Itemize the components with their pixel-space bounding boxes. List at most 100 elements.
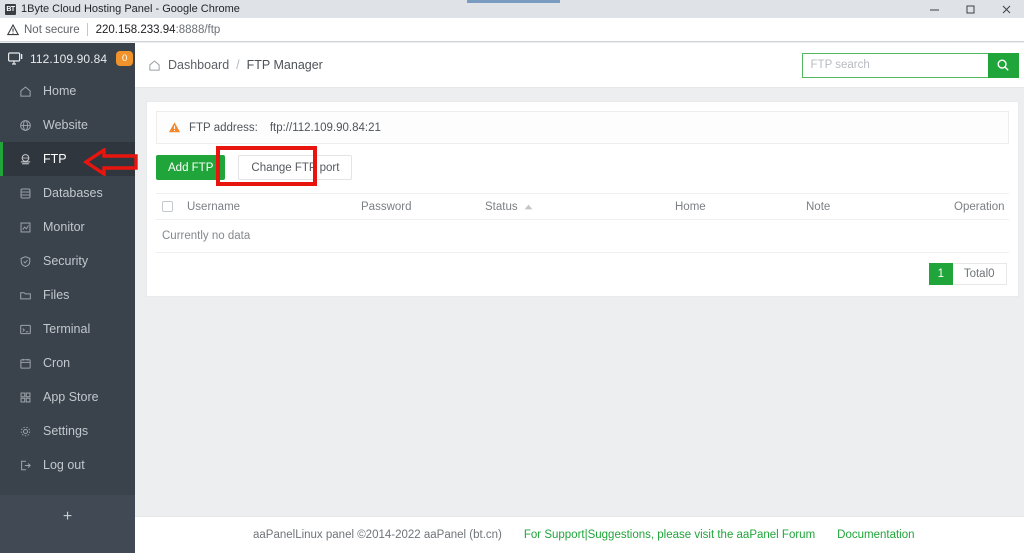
sort-ascending-icon[interactable]: [524, 204, 533, 210]
sidebar-item-log-out[interactable]: Log out: [0, 448, 135, 482]
table-header-row: Username Password Status Home Note Opera…: [156, 193, 1009, 220]
sidebar-item-monitor[interactable]: Monitor: [0, 210, 135, 244]
footer-support-link[interactable]: For Support|Suggestions, please visit th…: [524, 529, 815, 541]
content-area: FTP address: ftp://112.109.90.84:21 Add …: [135, 88, 1024, 297]
database-icon: [18, 187, 32, 200]
select-all-checkbox[interactable]: [162, 201, 173, 212]
ftp-address-notice: FTP address: ftp://112.109.90.84:21: [156, 111, 1009, 144]
close-icon[interactable]: [988, 0, 1024, 18]
browser-title-bar: BT 1Byte Cloud Hosting Panel - Google Ch…: [0, 0, 1024, 18]
maximize-icon[interactable]: [952, 0, 988, 18]
search-input[interactable]: [801, 52, 988, 78]
page-footer: aaPanelLinux panel ©2014-2022 aaPanel (b…: [135, 516, 1024, 553]
sidebar-item-settings[interactable]: Settings: [0, 414, 135, 448]
page-body: 112.109.90.84 0 Home Website FTP Databas…: [0, 43, 1024, 553]
ftp-icon: [18, 153, 32, 166]
main-content: Dashboard / FTP Manager FTP search FTP a…: [135, 43, 1024, 553]
breadcrumb-current: FTP Manager: [246, 58, 323, 72]
home-icon: [18, 85, 32, 98]
sidebar-item-label: Monitor: [43, 220, 85, 234]
sidebar-item-terminal[interactable]: Terminal: [0, 312, 135, 346]
add-ftp-button[interactable]: Add FTP: [156, 155, 226, 180]
ftp-toolbar: Add FTP Change FTP port: [156, 146, 1009, 186]
ftp-panel-card: FTP address: ftp://112.109.90.84:21 Add …: [146, 101, 1019, 297]
column-header-password[interactable]: Password: [361, 201, 485, 213]
sidebar-item-label: Home: [43, 84, 77, 98]
column-header-status-label: Status: [485, 200, 518, 213]
globe-icon: [18, 119, 32, 132]
ftp-address-value: ftp://112.109.90.84:21: [269, 121, 381, 134]
sidebar-item-label: Security: [43, 254, 89, 268]
sidebar-item-label: App Store: [43, 390, 99, 404]
address-divider: [86, 23, 88, 36]
sidebar-item-label: FTP: [43, 152, 67, 166]
breadcrumb-separator: /: [236, 58, 240, 72]
sidebar-item-label: Settings: [43, 424, 89, 438]
sidebar-item-home[interactable]: Home: [0, 74, 135, 108]
footer-copyright: aaPanelLinux panel ©2014-2022 aaPanel (b…: [252, 529, 502, 541]
minimize-icon[interactable]: [916, 0, 952, 18]
sidebar: 112.109.90.84 0 Home Website FTP Databas…: [0, 43, 135, 553]
logout-icon: [18, 459, 32, 472]
window-controls: [916, 0, 1024, 18]
terminal-icon: [18, 323, 32, 336]
calendar-icon: [18, 357, 32, 370]
column-header-operation: Operation: [954, 200, 1005, 213]
table-empty-state: Currently no data: [156, 220, 1009, 253]
sidebar-item-label: Terminal: [43, 322, 91, 336]
content-header: Dashboard / FTP Manager: [135, 43, 1024, 88]
warning-icon: [168, 122, 181, 133]
shield-icon: [18, 255, 32, 268]
sidebar-item-app-store[interactable]: App Store: [0, 380, 135, 414]
monitor-icon: [8, 51, 23, 65]
not-secure-warning-icon: [7, 23, 19, 35]
tab-strip-accent: [467, 0, 560, 3]
sidebar-item-label: Website: [43, 118, 88, 132]
sidebar-server-header[interactable]: 112.109.90.84 0: [0, 43, 135, 74]
gear-icon: [18, 425, 32, 438]
sidebar-item-files[interactable]: Files: [0, 278, 135, 312]
sidebar-item-label: Databases: [43, 186, 103, 200]
footer-documentation-link[interactable]: Documentation: [837, 529, 914, 541]
sidebar-item-website[interactable]: Website: [0, 108, 135, 142]
sidebar-add-server-button[interactable]: +: [0, 495, 135, 553]
column-header-note[interactable]: Note: [806, 201, 954, 213]
browser-address-bar[interactable]: Not secure 220.158.233.94:8888/ftp: [0, 18, 1024, 42]
sidebar-item-label: Log out: [43, 458, 85, 472]
sidebar-server-ip: 112.109.90.84: [30, 51, 108, 66]
ftp-table: Username Password Status Home Note Opera…: [156, 193, 1009, 253]
search-icon: [997, 59, 1009, 71]
sidebar-item-label: Files: [43, 288, 70, 302]
sidebar-item-cron[interactable]: Cron: [0, 346, 135, 380]
pagination-total-label: Total0: [952, 263, 1007, 285]
sidebar-item-security[interactable]: Security: [0, 244, 135, 278]
sidebar-notification-badge[interactable]: 0: [116, 51, 134, 66]
sidebar-item-label: Cron: [43, 356, 71, 370]
folder-icon: [18, 289, 32, 302]
sidebar-nav: Home Website FTP Databases Monitor Secur…: [0, 74, 135, 495]
grid-icon: [18, 391, 32, 404]
url-host: 220.158.233.94: [95, 23, 176, 36]
annotation-arrow-ftp: [82, 148, 138, 176]
column-header-username[interactable]: Username: [187, 201, 361, 213]
sidebar-item-databases[interactable]: Databases: [0, 176, 135, 210]
security-status-label: Not secure: [24, 23, 80, 36]
address-url: 220.158.233.94:8888/ftp: [96, 24, 221, 36]
column-header-home[interactable]: Home: [675, 201, 806, 213]
window-title: 1Byte Cloud Hosting Panel - Google Chrom…: [21, 3, 240, 15]
pagination: 1 Total0: [156, 263, 1009, 288]
url-path: :8888/ftp: [175, 23, 221, 36]
search-button[interactable]: [987, 52, 1019, 78]
browser-window: BT 1Byte Cloud Hosting Panel - Google Ch…: [0, 0, 1024, 553]
breadcrumb: Dashboard / FTP Manager: [148, 58, 323, 72]
search-box: [801, 52, 1019, 78]
ftp-address-label: FTP address:: [189, 121, 258, 134]
page-number-1[interactable]: 1: [928, 263, 953, 285]
home-breadcrumb-icon[interactable]: [148, 59, 161, 72]
monitor-chart-icon: [18, 221, 32, 234]
column-header-status[interactable]: Status: [485, 201, 675, 213]
plus-icon: +: [62, 508, 73, 525]
breadcrumb-dashboard[interactable]: Dashboard: [168, 58, 229, 72]
change-ftp-port-button[interactable]: Change FTP port: [238, 155, 353, 180]
tab-favicon: BT: [5, 3, 16, 15]
